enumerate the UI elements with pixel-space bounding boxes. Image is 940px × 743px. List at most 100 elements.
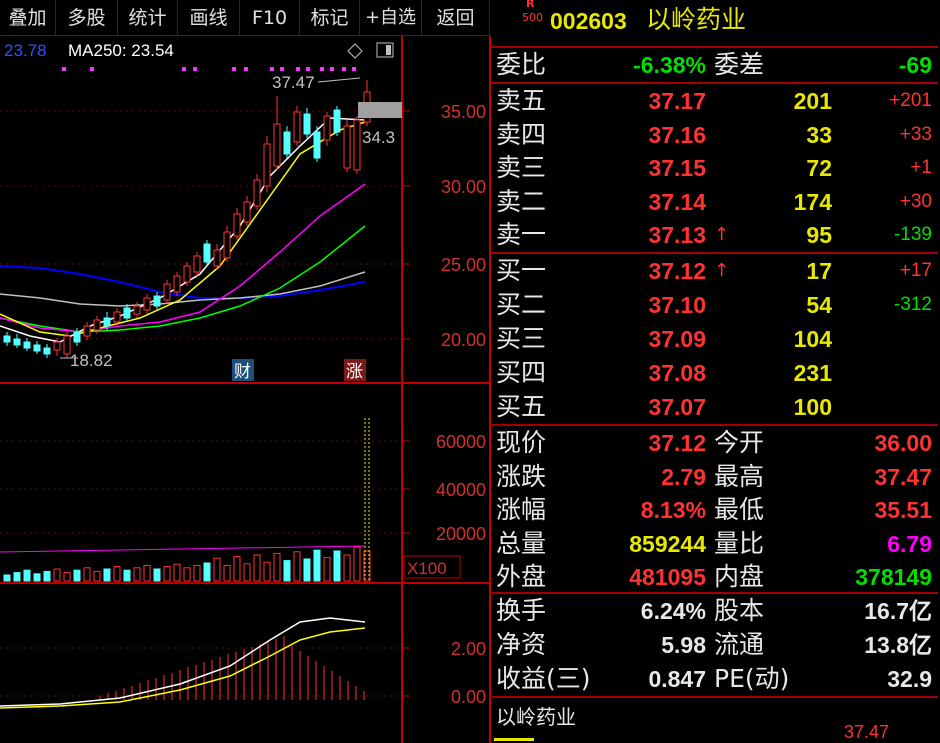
volume-bar <box>213 557 221 582</box>
ask-4-label: 卖四 <box>496 119 547 149</box>
diamond-icon[interactable] <box>347 43 363 59</box>
fundamental-label-2: PE(动) <box>714 664 790 693</box>
candle-body <box>133 305 141 315</box>
stat-value: 37.12 <box>648 430 706 456</box>
ask-4-row[interactable]: 卖四 37.16 33 +33 <box>492 118 938 152</box>
fundamental-label-2: 股本 <box>714 596 765 625</box>
bid-1-label: 买一 <box>496 256 547 285</box>
candle-body <box>153 295 161 307</box>
up-arrow-icon: ↑ <box>714 260 730 281</box>
stat-row: 涨跌 2.79 最高 37.47 <box>492 460 938 494</box>
volume-bar <box>73 569 81 582</box>
ask-3-row[interactable]: 卖三 37.15 72 +1 <box>492 151 938 185</box>
stock-code: 002603 <box>550 8 627 34</box>
candle-body <box>163 283 171 301</box>
draw-line-button[interactable]: 画线 <box>178 0 240 36</box>
ask-1-change: -139 <box>893 224 932 245</box>
stat-value: 859244 <box>629 530 706 557</box>
candlesticks <box>3 80 371 358</box>
volume-bar <box>323 556 331 582</box>
bid-1-volume: 17 <box>806 258 832 284</box>
volume-bar <box>33 573 41 582</box>
ask-1-price: 37.13 <box>648 222 706 248</box>
stat-value-2: 6.79 <box>887 530 932 557</box>
ma250-label: MA250: 23.54 <box>68 41 174 60</box>
candle-body <box>323 115 331 141</box>
candle-body <box>333 109 341 133</box>
toolbar: 叠加 多股 统计 画线 F10 标记 +自选 返回 <box>0 0 490 36</box>
price-tick-30: 30.00 <box>441 177 486 197</box>
fundamental-label: 换手 <box>496 596 547 625</box>
high-arrow <box>317 77 361 83</box>
mark-button[interactable]: 标记 <box>300 0 360 36</box>
volume-bar <box>3 574 11 582</box>
stat-label-2: 内盘 <box>714 562 765 591</box>
weibi-label: 委比 <box>496 50 547 79</box>
bid-5-volume: 100 <box>793 394 832 420</box>
ask-5-row[interactable]: 卖五 37.17 201 +201 <box>492 84 938 118</box>
bid-1-row[interactable]: 买一 37.12 ↑ 17 +17 <box>492 254 938 288</box>
fundamental-value-2: 32.9 <box>887 666 932 692</box>
candle-body <box>273 123 281 167</box>
stat-row: 涨幅 8.13% 最低 35.51 <box>492 493 938 527</box>
low-price-label: 18.82 <box>70 351 113 370</box>
candle-body <box>23 341 31 349</box>
weibi-value: -6.38% <box>633 52 706 78</box>
candle-body <box>243 201 251 223</box>
current-price-marker <box>358 102 402 118</box>
candle-body <box>123 307 131 319</box>
ask-2-label: 卖二 <box>496 186 547 216</box>
limit-up-badge-label: 涨 <box>346 362 363 382</box>
multi-stock-button[interactable]: 多股 <box>56 0 118 36</box>
volume-bar <box>263 561 271 582</box>
bid-2-row[interactable]: 买二 37.10 54 -312 <box>492 288 938 322</box>
candle-body <box>93 319 101 331</box>
bid-2-volume: 54 <box>806 292 832 318</box>
bid-4-row[interactable]: 买四 37.08 231 <box>492 356 938 390</box>
ask-2-change: +30 <box>899 190 932 212</box>
bid-2-label: 买二 <box>496 290 547 319</box>
ask-3-volume: 72 <box>806 155 832 181</box>
fundamental-value: 5.98 <box>661 632 706 658</box>
bid-3-price: 37.09 <box>648 326 706 352</box>
bid-2-price: 37.10 <box>648 292 706 318</box>
kline-chart[interactable]: 35.00 30.00 25.00 20.00 60000 40000 2000… <box>0 36 492 743</box>
candle-body <box>293 111 301 143</box>
statistics-button[interactable]: 统计 <box>118 0 178 36</box>
overlay-button[interactable]: 叠加 <box>0 0 56 36</box>
stat-label-2: 最高 <box>714 461 765 491</box>
back-button[interactable]: 返回 <box>422 0 490 36</box>
fundamental-value-2: 16.7亿 <box>864 598 932 624</box>
mini-chart-line <box>494 738 534 741</box>
bid-4-price: 37.08 <box>648 360 706 386</box>
ask-2-volume: 174 <box>793 188 832 215</box>
volume-bar <box>173 563 181 582</box>
volume-bar <box>243 563 251 582</box>
candle-body <box>183 265 191 283</box>
candle-body <box>343 125 351 169</box>
ma-prev-value: 23.78 <box>4 41 47 60</box>
high-price-label: 37.47 <box>272 73 315 92</box>
ask-1-label: 卖一 <box>496 220 547 249</box>
ask-1-volume: 95 <box>806 222 832 248</box>
macd-dif-line <box>0 617 366 707</box>
stat-row: 外盘 481095 内盘 378149 <box>492 560 938 594</box>
volume-bar <box>203 562 211 582</box>
volume-bar <box>283 560 291 582</box>
badge-500: 500 <box>522 11 543 24</box>
ask-4-volume: 33 <box>806 121 832 148</box>
mini-stock-name: 以岭药业 <box>496 705 576 729</box>
bid-3-row[interactable]: 买三 37.09 104 <box>492 322 938 356</box>
ask-5-volume: 201 <box>793 88 832 114</box>
ask-1-row[interactable]: 卖一 37.13 ↑ 95 -139 <box>492 218 938 252</box>
volume-bar <box>83 567 91 582</box>
bid-5-row[interactable]: 买五 37.07 100 <box>492 390 938 424</box>
candle-body <box>173 275 181 293</box>
f10-button[interactable]: F10 <box>240 0 300 36</box>
volume-bar <box>53 568 61 582</box>
panel-toggle-icon[interactable] <box>376 42 394 58</box>
add-favorite-button[interactable]: +自选 <box>360 0 422 36</box>
bid-4-volume: 231 <box>793 360 832 386</box>
ask-2-row[interactable]: 卖二 37.14 174 +30 <box>492 185 938 219</box>
stat-label: 外盘 <box>496 562 547 591</box>
